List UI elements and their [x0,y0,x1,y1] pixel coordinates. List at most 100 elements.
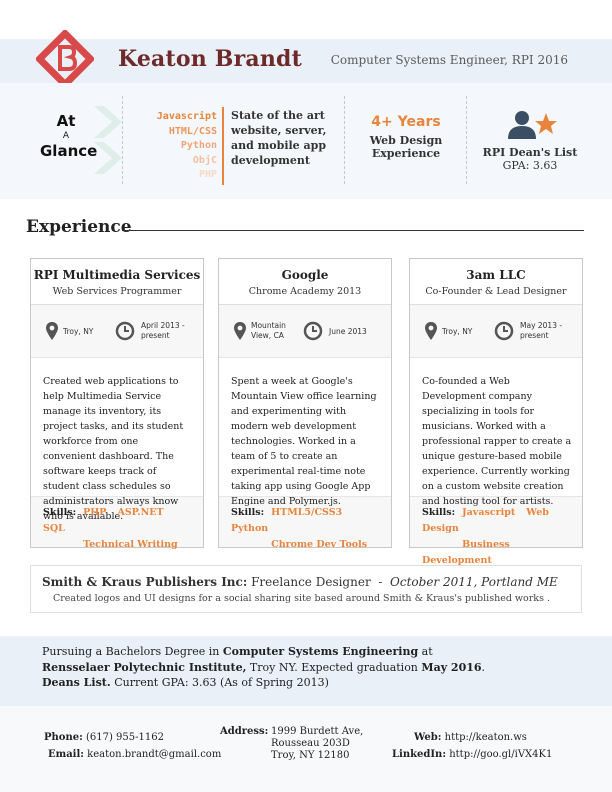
education-line: Rensselaer Polytechnic Institute, Troy N… [42,660,612,676]
education-section: Pursuing a Bachelors Degree in Computer … [0,636,612,706]
email-link[interactable]: keaton.brandt@gmail.com [87,749,221,760]
glance-description: State of the art website, server, and mo… [231,109,327,167]
skills-row: Skills: Javascript Web Design Skills: Bu… [410,497,582,569]
job-role: Co-Founder & Lead Designer [425,286,567,297]
clock-icon [494,321,514,341]
skill-tag: Chrome Dev Tools [271,539,368,550]
freelance-separator: - [378,575,383,589]
skills-row: Skills: HTML5/CSS3 Python Skills: Chrome… [219,497,391,553]
at-a-glance-label: At A Glance [40,112,97,160]
freelance-role: Freelance Designer [251,575,371,589]
graduation-date: May 2016 [421,660,482,674]
language-bar [222,107,224,185]
freelance-when: October 2011, Portland ME [390,575,558,589]
company-name: 3am LLC [466,268,526,282]
glance-label: Glance [40,142,98,160]
job-location: Troy, NY [442,327,473,336]
skill-tag: Python [231,523,269,534]
education-text: Troy NY. Expected graduation [246,660,422,674]
education-text: Current GPA: 3.63 (As of Spring 2013) [110,676,329,689]
skill-tag: SQL [43,523,65,534]
experience-card: Google Chrome Academy 2013 Mountain View… [218,258,392,550]
heading-rule [122,230,584,231]
job-date: June 2013 [329,327,367,336]
skills-label: Skills: [231,507,265,518]
location-pin-icon [46,322,58,340]
deans-list: RPI Dean's List GPA: 3.63 [478,110,582,172]
education-line: Pursuing a Bachelors Degree in Computer … [42,644,612,660]
phone-label: Phone: [44,732,83,743]
degree-name: Computer Systems Engineering [222,645,419,658]
linkedin-row: LinkedIn: http://goo.gl/iVX4K1 [392,749,552,761]
skill-tag: Business Development [422,539,510,566]
web-link[interactable]: http://keaton.ws [445,732,527,743]
experience-card: 3am LLC Co-Founder & Lead Designer Troy,… [409,258,583,566]
skill-tag: Technical Writing [83,539,178,550]
language-item: PHP [198,169,217,180]
experience-heading: Experience [26,217,132,237]
address-line: Troy, NY 12180 [271,750,350,761]
linkedin-label: LinkedIn: [392,749,447,760]
logo-icon [36,30,94,88]
freelance-entry: Smith & Kraus Publishers Inc: Freelance … [30,565,582,613]
job-location: Mountain View, CA [251,321,286,340]
email-row: Email: keaton.brandt@gmail.com [48,749,221,761]
address-line: 1999 Burdett Ave, [271,726,364,737]
clock-icon [303,321,323,341]
job-description: Co-founded a Web Development company spe… [410,357,582,507]
glance-divider [466,96,467,184]
at-label: At [56,112,76,130]
education-text: Pursuing a Bachelors Degree in [42,645,223,658]
gpa-value: GPA: 3.63 [502,159,558,172]
education-text: . [481,660,486,674]
deans-list-title: RPI Dean's List [482,146,578,159]
language-item: Javascript [156,111,217,122]
email-label: Email: [48,749,84,760]
glance-divider [122,96,123,184]
job-date: April 2013 - present [141,321,185,340]
web-row: Web: http://keaton.ws [414,732,527,744]
a-label: A [62,131,70,141]
location-pin-icon [425,322,437,340]
years-value: 4+ Years [371,114,441,130]
skill-tag: HTML5/CSS3 [271,507,343,518]
job-role: Web Services Programmer [52,286,182,297]
job-role: Chrome Academy 2013 [248,286,362,297]
contact-section: Phone: (617) 955-1162 Email: keaton.bran… [0,706,612,792]
job-description: Spent a week at Google's Mountain View o… [219,357,391,507]
experience-years: 4+ Years Web Design Experience [352,114,460,160]
header-subtitle: Computer Systems Engineer, RPI 2016 [330,53,568,67]
skill-tag: Javascript [462,507,516,518]
skills-label: Skills: [422,507,456,518]
location-pin-icon [234,322,246,340]
freelance-heading: Smith & Kraus Publishers Inc: Freelance … [42,575,558,589]
job-date: May 2013 - present [520,321,563,340]
address-label: Address: [220,726,269,737]
deans-list-label: Deans List. [42,676,111,689]
address-value: 1999 Burdett Ave, Rousseau 203D Troy, NY… [271,726,363,762]
language-list: Javascript HTML/CSS Python ObjC PHP [130,110,217,183]
glance-divider [344,96,345,184]
job-location: Troy, NY [63,327,94,336]
freelance-company: Smith & Kraus Publishers Inc: [42,575,248,589]
phone-value[interactable]: (617) 955-1162 [86,732,164,743]
person-name: Keaton Brandt [118,46,302,72]
school-name: Rensselaer Polytechnic Institute, [42,660,247,674]
years-caption: Web Design Experience [369,134,443,160]
skill-tag: PHP [83,507,107,518]
education-line: Deans List. Current GPA: 3.63 (As of Spr… [42,675,612,691]
company-name: RPI Multimedia Services [33,268,201,282]
language-item: HTML/CSS [168,125,217,137]
person-star-icon [508,111,557,139]
education-text: at [418,645,433,658]
language-item: ObjC [192,154,217,166]
address-line: Rousseau 203D [271,738,350,749]
phone-row: Phone: (617) 955-1162 [44,732,164,744]
clock-icon [115,321,135,341]
skill-tag: ASP.NET [117,507,164,518]
web-label: Web: [414,732,442,743]
linkedin-link[interactable]: http://goo.gl/iVX4K1 [449,749,552,760]
language-item: Python [180,140,217,151]
skills-label: Skills: [43,507,77,518]
freelance-description: Created logos and UI designs for a socia… [53,593,550,604]
